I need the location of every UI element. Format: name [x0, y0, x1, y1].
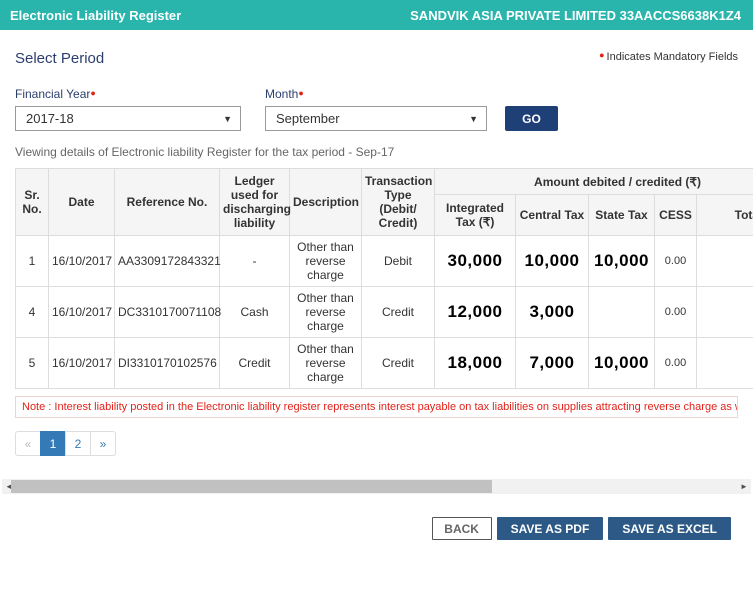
cell-reference-no: DI3310170102576	[115, 338, 220, 389]
cell-integrated-tax: 30,000	[435, 236, 516, 287]
cell-transaction-type: Debit	[362, 236, 435, 287]
chevron-down-icon: ▼	[469, 114, 478, 124]
cell-cess: 0.00	[655, 236, 697, 287]
cell-state-tax: 10,000	[589, 338, 655, 389]
financial-year-label: Financial Year●	[15, 87, 241, 101]
col-header-description: Description	[290, 169, 362, 236]
col-header-transaction-type: Transaction Type (Debit/ Credit)	[362, 169, 435, 236]
cell-transaction-type: Credit	[362, 287, 435, 338]
chevron-down-icon: ▼	[223, 114, 232, 124]
cell-description: Other than reverse charge	[290, 287, 362, 338]
col-header-reference-no: Reference No.	[115, 169, 220, 236]
cell-integrated-tax: 12,000	[435, 287, 516, 338]
financial-year-select[interactable]: 2017-18 ▼	[15, 106, 241, 131]
col-header-total: Total	[697, 195, 753, 236]
pagination-page-2[interactable]: 2	[65, 431, 91, 456]
cell-date: 16/10/2017	[49, 338, 115, 389]
month-select[interactable]: September ▼	[265, 106, 487, 131]
scroll-right-arrow-icon[interactable]: ►	[737, 479, 751, 494]
cell-sr-no: 1	[16, 236, 49, 287]
cell-integrated-tax: 18,000	[435, 338, 516, 389]
liability-register-table: Sr. No. Date Reference No. Ledger used f…	[15, 168, 753, 389]
viewing-details-text: Viewing details of Electronic liability …	[15, 145, 738, 159]
pagination-next-button[interactable]: »	[90, 431, 116, 456]
action-buttons-row: BACK SAVE AS PDF SAVE AS EXCEL	[0, 517, 753, 540]
liability-table-container: Sr. No. Date Reference No. Ledger used f…	[15, 168, 753, 389]
col-header-central-tax: Central Tax	[516, 195, 589, 236]
cell-reference-no: AA3309172843321	[115, 236, 220, 287]
cell-ledger: -	[220, 236, 290, 287]
mandatory-dot-icon: ●	[298, 88, 303, 98]
cell-description: Other than reverse charge	[290, 338, 362, 389]
financial-year-value: 2017-18	[26, 111, 74, 126]
cell-sr-no: 4	[16, 287, 49, 338]
col-header-state-tax: State Tax	[589, 195, 655, 236]
table-row: 4 16/10/2017 DC3310170071108 Cash Other …	[16, 287, 753, 338]
interest-liability-note: Note : Interest liability posted in the …	[15, 396, 738, 418]
pagination-prev-button[interactable]: «	[15, 431, 41, 456]
cell-total	[697, 236, 753, 287]
cell-central-tax: 3,000	[516, 287, 589, 338]
pagination: « 1 2 »	[15, 431, 738, 456]
cell-cess: 0.00	[655, 338, 697, 389]
cell-reference-no: DC3310170071108	[115, 287, 220, 338]
cell-central-tax: 10,000	[516, 236, 589, 287]
col-header-ledger: Ledger used for discharging liability	[220, 169, 290, 236]
select-period-heading: Select Period	[15, 50, 104, 67]
save-as-excel-button[interactable]: SAVE AS EXCEL	[608, 517, 731, 540]
go-button[interactable]: GO	[505, 106, 558, 131]
cell-ledger: Credit	[220, 338, 290, 389]
col-group-amount: Amount debited / credited (₹)	[435, 169, 753, 195]
table-row: 1 16/10/2017 AA3309172843321 - Other tha…	[16, 236, 753, 287]
cell-description: Other than reverse charge	[290, 236, 362, 287]
page-title: Electronic Liability Register	[10, 8, 181, 23]
mandatory-dot-icon: ●	[599, 50, 604, 60]
cell-total	[697, 287, 753, 338]
scrollbar-thumb[interactable]	[11, 480, 492, 493]
cell-date: 16/10/2017	[49, 287, 115, 338]
month-label: Month●	[265, 87, 487, 101]
col-header-cess: CESS	[655, 195, 697, 236]
back-button[interactable]: BACK	[432, 517, 492, 540]
cell-central-tax: 7,000	[516, 338, 589, 389]
cell-total	[697, 338, 753, 389]
col-header-integrated-tax: Integrated Tax (₹)	[435, 195, 516, 236]
col-header-date: Date	[49, 169, 115, 236]
cell-cess: 0.00	[655, 287, 697, 338]
top-header-bar: Electronic Liability Register SANDVIK AS…	[0, 0, 753, 30]
cell-sr-no: 5	[16, 338, 49, 389]
taxpayer-name-gstin: SANDVIK ASIA PRIVATE LIMITED 33AACCS6638…	[410, 8, 741, 23]
mandatory-dot-icon: ●	[90, 88, 95, 98]
pagination-page-1[interactable]: 1	[40, 431, 66, 456]
mandatory-fields-note: ●Indicates Mandatory Fields	[599, 50, 738, 63]
cell-transaction-type: Credit	[362, 338, 435, 389]
horizontal-scrollbar[interactable]: ◄ ►	[2, 479, 751, 494]
cell-state-tax: 10,000	[589, 236, 655, 287]
cell-ledger: Cash	[220, 287, 290, 338]
cell-state-tax	[589, 287, 655, 338]
col-header-sr-no: Sr. No.	[16, 169, 49, 236]
save-as-pdf-button[interactable]: SAVE AS PDF	[497, 517, 604, 540]
month-value: September	[276, 111, 340, 126]
cell-date: 16/10/2017	[49, 236, 115, 287]
table-row: 5 16/10/2017 DI3310170102576 Credit Othe…	[16, 338, 753, 389]
